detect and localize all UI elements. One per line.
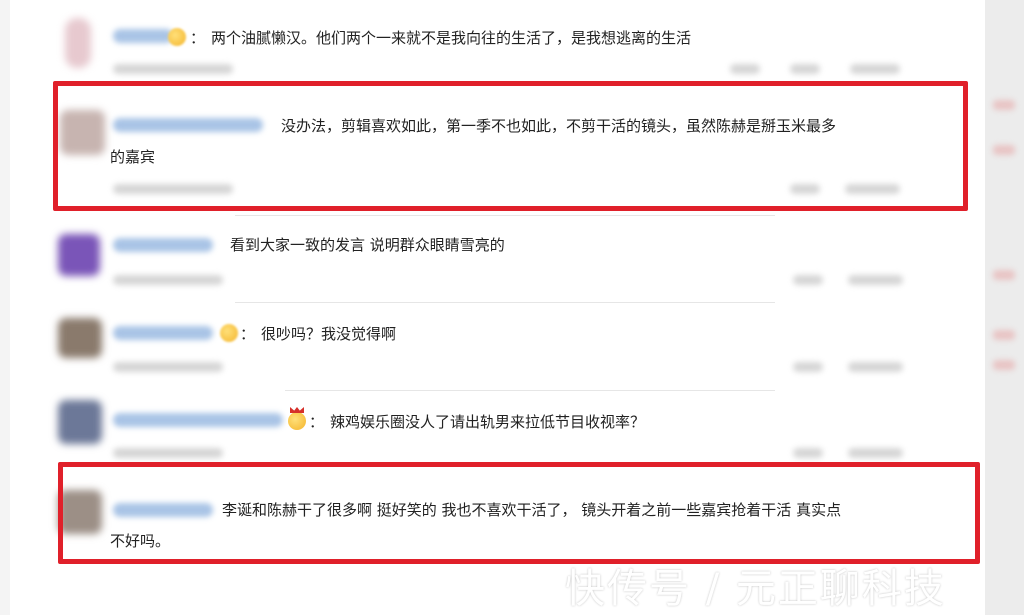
divider [285, 390, 775, 391]
comment-meta [113, 362, 223, 372]
comment-list: ： 两个油腻懒汉。他们两个一来就不是我向往的生活了，是我想逃离的生活 没办法，剪… [10, 0, 985, 615]
reply-button[interactable] [730, 64, 760, 74]
comment-meta [113, 448, 223, 458]
like-button[interactable] [793, 275, 823, 285]
time-text [848, 275, 903, 285]
divider [235, 215, 775, 216]
divider [235, 302, 775, 303]
comment-text: 辣鸡娱乐圈没人了请出轨男来拉低节目收视率？ [330, 413, 646, 431]
comment-text: 看到大家一致的发言 说明群众眼睛雪亮的 [230, 236, 505, 254]
comment-meta [113, 64, 233, 74]
avatar[interactable] [65, 18, 91, 68]
time-text [850, 64, 900, 74]
right-sidebar-edge [985, 0, 1024, 615]
emoji-icon [220, 324, 238, 342]
time-text [848, 362, 903, 372]
username-link[interactable] [113, 29, 173, 43]
emoji-icon [168, 28, 186, 46]
comment-text: 很吵吗？我没觉得啊 [261, 325, 397, 343]
highlight-box [58, 462, 980, 564]
comment-separator: ： [190, 29, 206, 47]
like-button[interactable] [790, 64, 820, 74]
comment-separator: ： [309, 413, 325, 431]
like-button[interactable] [793, 448, 823, 458]
comment-separator: ： [240, 325, 256, 343]
watermark: 快传号 / 元正聊科技 [565, 566, 946, 612]
time-text [848, 448, 903, 458]
crown-emoji-icon [288, 412, 306, 430]
avatar[interactable] [58, 234, 100, 276]
username-link[interactable] [113, 413, 283, 427]
comment-meta [113, 275, 223, 285]
username-link[interactable] [113, 238, 213, 252]
like-button[interactable] [793, 362, 823, 372]
comment-text: 两个油腻懒汉。他们两个一来就不是我向往的生活了，是我想逃离的生活 [211, 29, 692, 47]
avatar[interactable] [58, 318, 102, 358]
avatar[interactable] [58, 400, 102, 444]
highlight-box [53, 81, 968, 211]
username-link[interactable] [113, 326, 213, 340]
